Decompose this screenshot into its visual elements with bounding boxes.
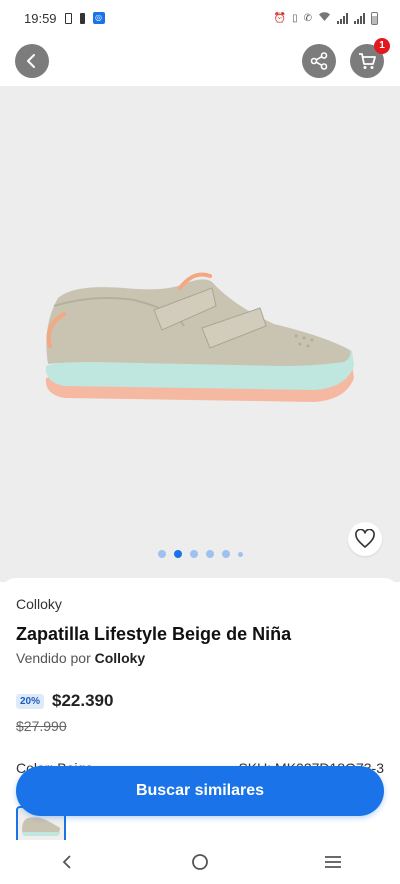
nav-back-button[interactable] <box>47 842 87 882</box>
chevron-left-icon <box>27 54 35 68</box>
pagination-dot[interactable] <box>205 550 214 558</box>
search-similar-button[interactable]: Buscar similares <box>16 766 384 816</box>
pagination-dot[interactable] <box>221 550 230 558</box>
battery-saver-icon <box>64 12 72 24</box>
signal-icon <box>337 12 348 24</box>
wifi-icon <box>318 11 331 25</box>
status-right: ⏰ ▯ ✆ <box>274 11 378 25</box>
back-button[interactable] <box>15 44 49 78</box>
heart-icon <box>355 529 375 548</box>
nav-recents-button[interactable] <box>313 842 353 882</box>
cart-button[interactable]: 1 <box>350 38 390 78</box>
home-nav-icon <box>192 854 208 870</box>
alarm-icon: ⏰ <box>273 12 287 24</box>
wifi-calling-icon: ✆ <box>303 12 312 24</box>
signal-icon-2 <box>354 12 365 24</box>
pagination-dot[interactable] <box>189 550 198 558</box>
battery-icon <box>371 11 378 25</box>
product-image-gallery[interactable] <box>0 86 400 582</box>
product-brand[interactable]: Colloky <box>16 596 62 612</box>
cart-icon <box>359 53 376 69</box>
app-notification-icon: ◎ <box>92 12 105 24</box>
pagination-dot[interactable] <box>237 551 243 557</box>
seller-name[interactable]: Colloky <box>95 650 146 666</box>
product-image <box>45 272 355 402</box>
vibrate-icon: ▯ <box>292 12 298 24</box>
seller-line: Vendido por Colloky <box>16 650 145 666</box>
recents-nav-icon <box>325 856 342 868</box>
system-navigation-bar <box>0 840 400 884</box>
gallery-pagination <box>0 550 400 558</box>
share-icon <box>310 52 328 70</box>
product-old-price: $27.990 <box>16 718 67 734</box>
product-info-panel: Colloky Zapatilla Lifestyle Beige de Niñ… <box>0 578 400 884</box>
cart-count-badge: 1 <box>374 38 390 54</box>
share-button[interactable] <box>302 44 336 78</box>
product-title: Zapatilla Lifestyle Beige de Niña <box>16 624 292 644</box>
status-time: 19:59 <box>24 10 57 26</box>
sim-icon <box>79 12 85 24</box>
status-left: 19:59 ◎ <box>24 11 105 26</box>
discount-badge: 20% <box>16 694 45 709</box>
nav-home-button[interactable] <box>180 842 220 882</box>
seller-prefix: Vendido por <box>16 650 91 666</box>
pagination-dot-active[interactable] <box>173 550 182 558</box>
top-bar: 1 <box>0 36 400 86</box>
status-bar: 19:59 ◎ ⏰ ▯ ✆ <box>0 0 400 36</box>
pagination-dot[interactable] <box>157 550 166 558</box>
back-nav-icon <box>62 855 71 869</box>
product-price: $22.390 <box>52 691 114 710</box>
